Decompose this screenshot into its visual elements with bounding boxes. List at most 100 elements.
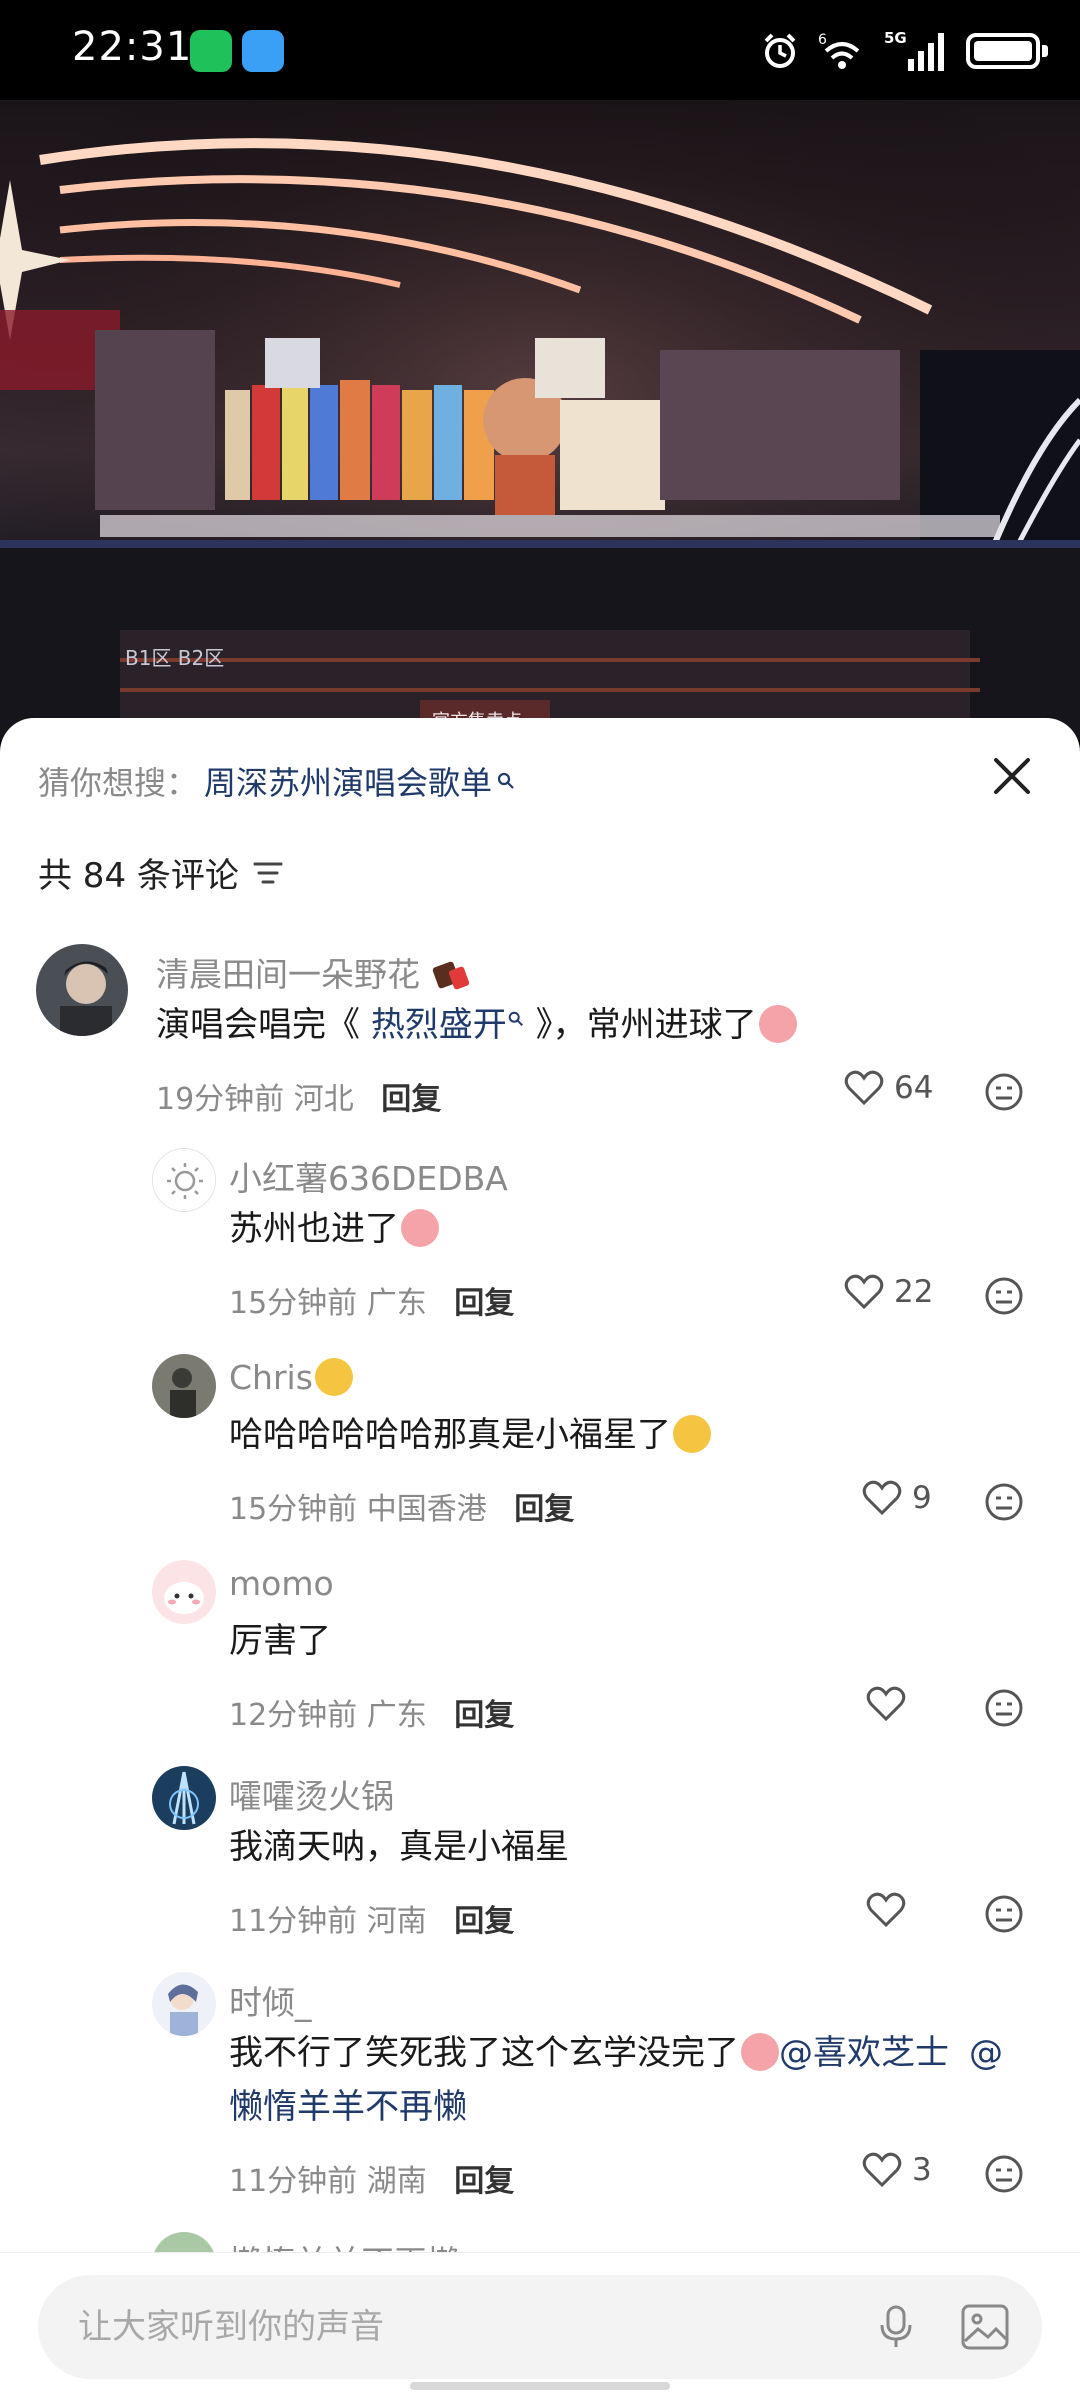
comment-sheet: 猜你想搜： 周深苏州演唱会歌单 共 84 条评论 清晨田间一朵野花 演唱会唱完《…	[0, 718, 1080, 2400]
mention-link[interactable]: 懒惰羊羊不再懒	[229, 2087, 467, 2127]
svg-text:6: 6	[818, 32, 827, 48]
heart-icon	[844, 1274, 884, 1310]
comment-input[interactable]	[78, 2301, 878, 2353]
status-time: 22:31	[72, 24, 193, 70]
comment-location: 广东	[366, 1698, 427, 1733]
commenter-name[interactable]: Chris	[229, 1358, 353, 1397]
emoji-react-icon[interactable]	[984, 1688, 1024, 1728]
emoji-react-icon[interactable]	[984, 1276, 1024, 1316]
reply-button[interactable]: 回复	[454, 1286, 514, 1321]
comment-text: 演唱会唱完《 热烈盛开 》，常州进球了	[156, 998, 797, 1052]
avatar[interactable]	[152, 1148, 216, 1212]
wechat-notification-icon	[190, 30, 232, 72]
comment-meta: 19分钟前 河北 回复	[156, 1074, 441, 1118]
comment-location: 河北	[293, 1082, 354, 1117]
search-icon	[508, 1011, 523, 1027]
heart-icon	[862, 1480, 902, 1516]
comment-meta: 15分钟前 中国香港 回复	[229, 1484, 574, 1528]
crying-laugh-emoji-icon	[741, 2033, 779, 2071]
microphone-icon[interactable]	[874, 2305, 918, 2349]
comment-time: 19分钟前	[156, 1082, 285, 1117]
svg-text:5G: 5G	[884, 29, 907, 47]
comment-text-continued: 懒惰羊羊不再懒	[229, 2080, 467, 2134]
chocolate-emoji-icon	[432, 961, 469, 990]
commenter-name[interactable]: 小红薯636DEDBA	[229, 1152, 508, 1200]
mention-link[interactable]: @	[969, 2033, 1003, 2073]
comment-input-bar	[0, 2252, 1080, 2400]
like-button[interactable]: 3	[862, 2152, 932, 2188]
search-term-link[interactable]: 周深苏州演唱会歌单	[204, 758, 492, 804]
status-bar: 22:31 6 5G	[0, 0, 1080, 100]
home-indicator[interactable]	[410, 2382, 670, 2390]
comment-meta: 12分钟前 广东 回复	[229, 1690, 514, 1734]
comment-location: 湖南	[366, 2164, 427, 2199]
reply-button[interactable]: 回复	[381, 1082, 441, 1117]
comment-meta: 11分钟前 湖南 回复	[229, 2156, 514, 2200]
zone-sign: B1区 B2区	[125, 646, 224, 670]
cellular-signal-icon: 5G	[884, 29, 944, 71]
emoji-react-icon[interactable]	[984, 1072, 1024, 1112]
comment-text: 我不行了笑死我了这个玄学没完了 @喜欢芝士 @	[229, 2033, 1003, 2073]
like-button[interactable]: 64	[844, 1070, 933, 1106]
like-count: 9	[912, 1480, 932, 1516]
mention-link[interactable]: @喜欢芝士	[779, 2033, 949, 2073]
emoji-react-icon[interactable]	[984, 2154, 1024, 2194]
avatar[interactable]	[152, 1766, 216, 1830]
heart-icon	[862, 2152, 902, 2188]
wifi-icon: 6	[818, 32, 860, 69]
like-button[interactable]: 22	[844, 1274, 933, 1310]
comment-location: 河南	[366, 1904, 427, 1939]
nerd-emoji-icon	[314, 1358, 353, 1396]
battery-icon	[966, 33, 1048, 69]
search-icon	[497, 772, 514, 789]
image-icon[interactable]	[960, 2303, 1010, 2351]
comment-meta: 15分钟前 广东 回复	[229, 1278, 514, 1322]
heart-icon	[866, 1892, 906, 1928]
crying-emoji-icon	[758, 1005, 797, 1043]
comment-text: 苏州也进了	[229, 1202, 439, 1256]
avatar[interactable]	[36, 944, 128, 1036]
comment-text: 哈哈哈哈哈哈那真是小福星了	[229, 1408, 711, 1462]
close-icon[interactable]	[990, 754, 1034, 798]
comment-time: 11分钟前	[229, 1904, 358, 1939]
reply-button[interactable]: 回复	[454, 1904, 514, 1939]
emoji-react-icon[interactable]	[984, 1482, 1024, 1522]
commenter-name[interactable]: 嚯嚯烫火锅	[229, 1770, 394, 1818]
comment-time: 15分钟前	[229, 1286, 358, 1321]
grin-emoji-icon	[673, 1415, 711, 1453]
commenter-name[interactable]: momo	[229, 1564, 334, 1603]
like-button[interactable]: 9	[862, 1480, 932, 1516]
status-icons: 6 5G	[760, 26, 1048, 76]
song-link[interactable]: 热烈盛开	[371, 1005, 525, 1045]
like-count: 3	[912, 2152, 932, 2188]
commenter-name[interactable]: 时倾_	[229, 1976, 312, 2024]
weather-notification-icon	[242, 30, 284, 72]
comment-time: 11分钟前	[229, 2164, 358, 2199]
avatar[interactable]	[152, 1560, 216, 1624]
blush-emoji-icon	[401, 1209, 439, 1247]
reply-button[interactable]: 回复	[514, 1492, 574, 1527]
avatar[interactable]	[152, 1354, 216, 1418]
commenter-name[interactable]: 清晨田间一朵野花	[156, 948, 471, 996]
alarm-icon	[764, 33, 796, 68]
comment-text: 我滴天呐，真是小福星	[229, 1827, 569, 1867]
like-button[interactable]	[866, 1892, 906, 1928]
sort-icon[interactable]	[253, 860, 283, 886]
concert-photo: B1区 B2区 官方售卖点	[0, 100, 1080, 740]
comment-count: 共 84 条评论	[38, 848, 283, 897]
like-count: 22	[894, 1274, 934, 1310]
emoji-react-icon[interactable]	[984, 1894, 1024, 1934]
like-button[interactable]	[866, 1686, 906, 1722]
reply-button[interactable]: 回复	[454, 2164, 514, 2199]
search-suggestion[interactable]: 猜你想搜： 周深苏州演唱会歌单	[38, 758, 516, 804]
comment-time: 15分钟前	[229, 1492, 358, 1527]
heart-icon	[866, 1686, 906, 1722]
comment-location: 广东	[366, 1286, 427, 1321]
comment-count-label: 共 84 条评论	[38, 856, 239, 896]
avatar[interactable]	[152, 1972, 216, 2036]
comment-location: 中国香港	[366, 1492, 487, 1527]
comment-time: 12分钟前	[229, 1698, 358, 1733]
reply-button[interactable]: 回复	[454, 1698, 514, 1733]
search-prefix: 猜你想搜：	[38, 764, 199, 802]
comment-input-container	[38, 2275, 1042, 2379]
